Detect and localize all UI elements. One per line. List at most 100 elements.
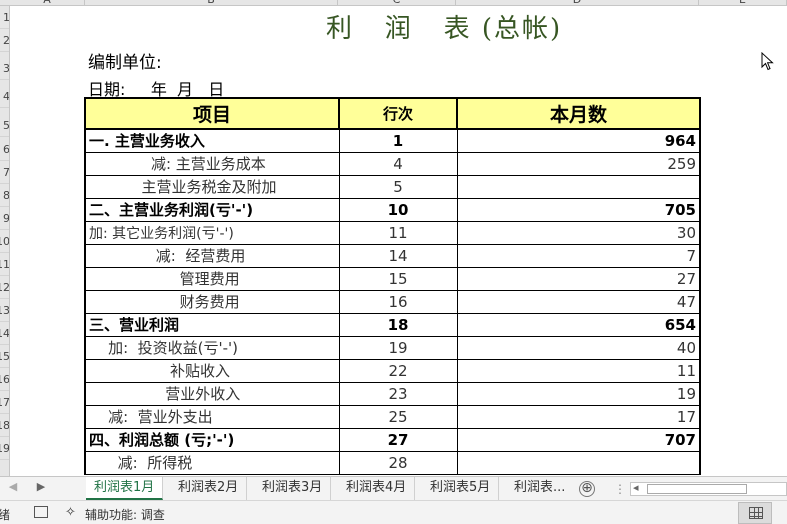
value-cell[interactable] [456,174,701,199]
more-tabs-button[interactable]: ... [553,477,565,499]
row-number[interactable]: 15 [0,345,9,368]
value-cell[interactable]: 259 [456,151,701,176]
line-cell[interactable]: 14 [338,243,458,268]
value-cell[interactable]: 7 [456,243,701,268]
header-item[interactable]: 项目 [84,97,340,130]
value-cell[interactable]: 27 [456,266,701,291]
macro-record-icon[interactable] [34,506,48,518]
scroll-left-icon[interactable]: ◂ [633,481,639,494]
value-cell[interactable] [456,450,701,475]
row-number[interactable]: 14 [0,322,9,345]
column-header-d[interactable]: D [456,0,699,5]
item-cell[interactable]: 一. 主营业务收入 [84,128,340,153]
value-cell[interactable]: 19 [456,381,701,406]
sheet-tab-partial[interactable]: 利润表 [506,477,552,500]
row-number[interactable]: 11 [0,253,9,276]
line-cell[interactable]: 1 [338,128,458,153]
column-header-c[interactable]: C [338,0,456,5]
value-cell[interactable]: 964 [456,128,701,153]
value-cell[interactable]: 654 [456,312,701,337]
row-number[interactable]: 19 [0,437,9,460]
scrollbar-thumb[interactable] [647,484,747,494]
table-row: 减: 营业外支出 25 17 [84,404,701,429]
row-number[interactable]: 16 [0,368,9,391]
row-header-bar: 1 2 3 4 5 6 7 8 9 10 11 12 13 14 15 16 1… [0,6,10,476]
sheet-tab-mar[interactable]: 利润表3月 [254,477,332,500]
status-bar: 就绪 ✧ 辅助功能: 调查 [0,500,787,524]
value-cell[interactable]: 40 [456,335,701,360]
item-cell[interactable]: 财务费用 [84,289,340,314]
table-row: 财务费用 16 47 [84,289,701,314]
sheet-tab-apr[interactable]: 利润表4月 [338,477,416,500]
column-header-e[interactable]: E [699,0,787,5]
accessibility-icon[interactable]: ✧ [65,505,76,520]
item-cell[interactable]: 减: 所得税 [84,450,340,475]
line-cell[interactable]: 27 [338,427,458,452]
line-cell[interactable]: 19 [338,335,458,360]
normal-view-button[interactable] [738,502,772,524]
tab-scroll-right-icon[interactable]: ▶ [34,480,48,493]
accessibility-status[interactable]: 辅助功能: 调查 [85,506,165,523]
sheet-tab-feb[interactable]: 利润表2月 [170,477,248,500]
tab-scroll-left-icon[interactable]: ◀ [6,480,20,493]
value-cell[interactable]: 707 [456,427,701,452]
item-cell[interactable]: 二、主营业务利润(亏'-') [84,197,340,222]
sheet-tab-may[interactable]: 利润表5月 [422,477,500,500]
table-row: 减: 主营业务成本 4 259 [84,151,701,176]
row-number[interactable]: 4 [0,85,9,108]
splitter-handle-icon[interactable]: ⋮ [614,482,626,496]
item-cell[interactable]: 四、利润总额 (亏;'-') [84,427,340,452]
line-cell[interactable]: 25 [338,404,458,429]
row-number[interactable]: 12 [0,276,9,299]
value-cell[interactable]: 30 [456,220,701,245]
horizontal-scrollbar[interactable]: ◂ [630,481,787,496]
value-cell[interactable]: 11 [456,358,701,383]
row-number[interactable]: 3 [0,57,9,80]
item-cell[interactable]: 补贴收入 [84,358,340,383]
row-number[interactable]: 2 [0,29,9,52]
line-cell[interactable]: 18 [338,312,458,337]
row-number[interactable]: 10 [0,230,9,253]
value-cell[interactable]: 17 [456,404,701,429]
add-sheet-button[interactable]: ⊕ [579,481,595,497]
unit-label[interactable]: 编制单位: [88,48,162,73]
row-number[interactable]: 6 [0,138,9,161]
row-number[interactable]: 13 [0,299,9,322]
item-cell[interactable]: 加: 投资收益(亏'-') [84,335,340,360]
row-number[interactable]: 7 [0,161,9,184]
line-cell[interactable]: 22 [338,358,458,383]
item-cell[interactable]: 管理费用 [84,266,340,291]
item-cell[interactable]: 加: 其它业务利润(亏'-') [84,220,340,245]
row-number[interactable]: 1 [0,6,9,29]
item-cell[interactable]: 减: 营业外支出 [84,404,340,429]
column-header-b[interactable]: B [85,0,338,5]
value-cell[interactable]: 47 [456,289,701,314]
item-cell[interactable]: 主营业务税金及附加 [84,174,340,199]
line-cell[interactable]: 10 [338,197,458,222]
item-cell[interactable]: 减: 主营业务成本 [84,151,340,176]
row-number[interactable]: 8 [0,184,9,207]
line-cell[interactable]: 15 [338,266,458,291]
line-cell[interactable]: 11 [338,220,458,245]
header-month-amount[interactable]: 本月数 [456,97,701,130]
report-title[interactable]: 利 润 表 (总帐) [326,8,562,45]
grid-icon [749,507,763,519]
item-cell[interactable]: 三、营业利润 [84,312,340,337]
header-line-no[interactable]: 行次 [338,97,458,130]
line-cell[interactable]: 5 [338,174,458,199]
line-cell[interactable]: 23 [338,381,458,406]
row-number[interactable]: 18 [0,414,9,437]
sheet-tab-jan[interactable]: 利润表1月 [86,477,164,500]
line-cell[interactable]: 4 [338,151,458,176]
row-number[interactable]: 9 [0,207,9,230]
value-cell[interactable]: 705 [456,197,701,222]
table-row: 补贴收入 22 11 [84,358,701,383]
row-number[interactable]: 5 [0,114,9,137]
row-number[interactable]: 17 [0,391,9,414]
column-header-a[interactable]: A [10,0,85,5]
line-cell[interactable]: 16 [338,289,458,314]
item-cell[interactable]: 营业外收入 [84,381,340,406]
sheet-tab-bar: ◀ ▶ 利润表1月 利润表2月 利润表3月 利润表4月 利润表5月 利润表 ..… [0,476,787,500]
item-cell[interactable]: 减: 经营费用 [84,243,340,268]
line-cell[interactable]: 28 [338,450,458,475]
